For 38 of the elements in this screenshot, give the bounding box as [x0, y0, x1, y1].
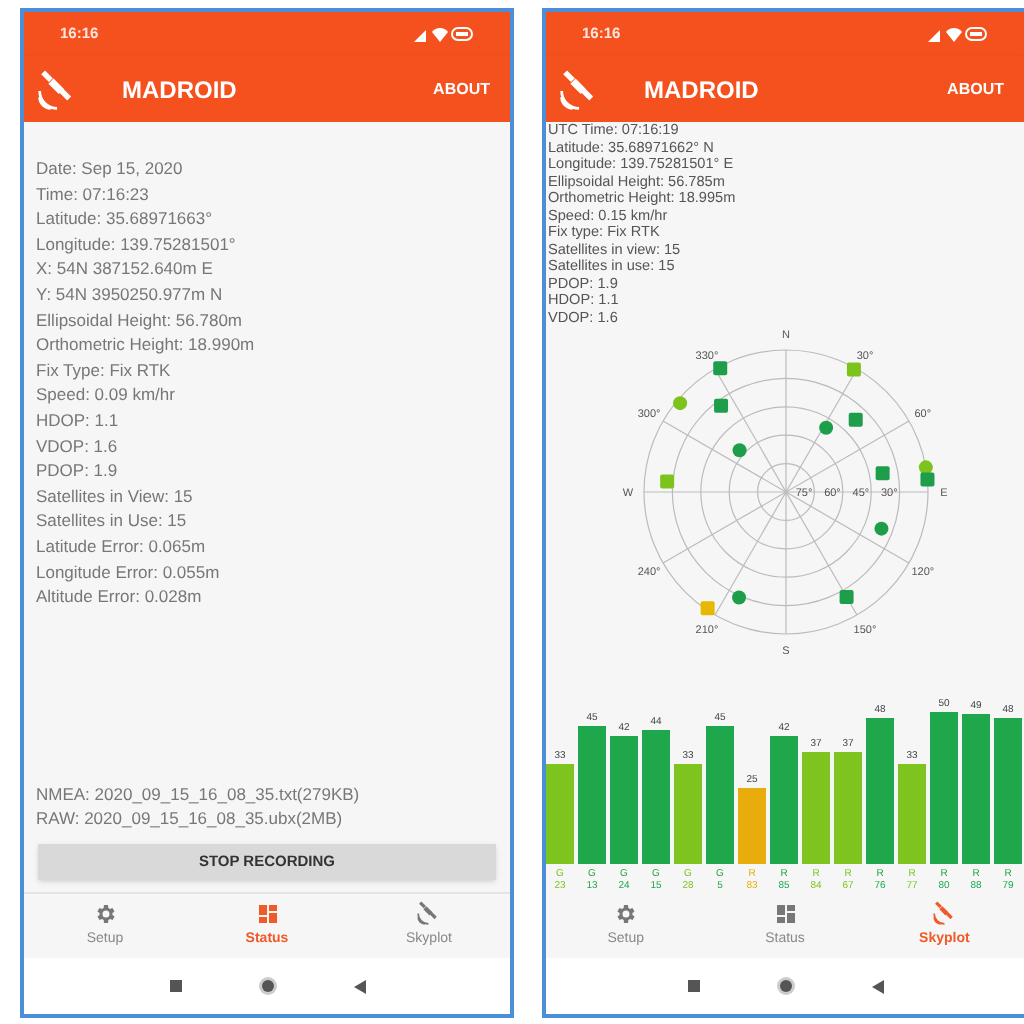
- info-line: Latitude: 35.68971663°: [36, 206, 215, 232]
- app-title: MADROID: [644, 73, 759, 107]
- home-icon[interactable]: [775, 976, 795, 996]
- about-button[interactable]: ABOUT: [433, 77, 490, 101]
- info-line: Longitude Error: 0.055m: [36, 559, 222, 585]
- gear-icon: [613, 901, 638, 926]
- info-line: Fix Type: Fix RTK: [36, 357, 173, 383]
- dashboard-icon: [255, 901, 279, 926]
- info-line: Longitude: 139.75281501°: [36, 231, 238, 257]
- dashboard-icon: [773, 901, 797, 926]
- status-icons: [414, 26, 474, 42]
- info-line: HDOP: 1.1: [36, 407, 121, 434]
- back-icon[interactable]: [353, 979, 365, 993]
- info-line: Ellipsoidal Height: 56.780m: [36, 307, 245, 333]
- file-name: RAW: 2020_09_15_16_08_35.ubx(2MB): [36, 806, 345, 830]
- home-icon[interactable]: [257, 976, 277, 996]
- recents-icon[interactable]: [687, 980, 699, 992]
- gear-icon: [93, 901, 117, 926]
- info-line: X: 54N 387152.640m E: [36, 256, 215, 282]
- satellite-icon: [931, 900, 958, 927]
- file-name: NMEA: 2020_09_15_16_08_35.txt(279KB): [36, 782, 362, 806]
- about-button[interactable]: ABOUT: [947, 77, 1004, 101]
- info-line: Time: 07:16:23: [36, 181, 151, 207]
- info-line: Latitude Error: 0.065m: [36, 533, 208, 559]
- recents-icon[interactable]: [169, 980, 181, 992]
- info-line: Date: Sep 15, 2020: [36, 156, 185, 182]
- info-line: VDOP: 1.6: [36, 433, 120, 459]
- app-title: MADROID: [122, 73, 237, 107]
- info-line: Orthometric Height: 18.990m: [36, 332, 257, 358]
- info-line: Satellites in View: 15: [36, 483, 195, 509]
- info-line: Altitude Error: 0.028m: [36, 584, 204, 610]
- info-line: Y: 54N 3950250.977m N: [36, 281, 225, 308]
- info-line: Satellites in Use: 15: [36, 508, 189, 534]
- satellite-icon: [416, 900, 442, 927]
- info-line: Speed: 0.09 km/hr: [36, 382, 177, 408]
- status-icons: [928, 26, 988, 42]
- info-line: PDOP: 1.9: [36, 458, 120, 484]
- back-icon[interactable]: [871, 979, 883, 993]
